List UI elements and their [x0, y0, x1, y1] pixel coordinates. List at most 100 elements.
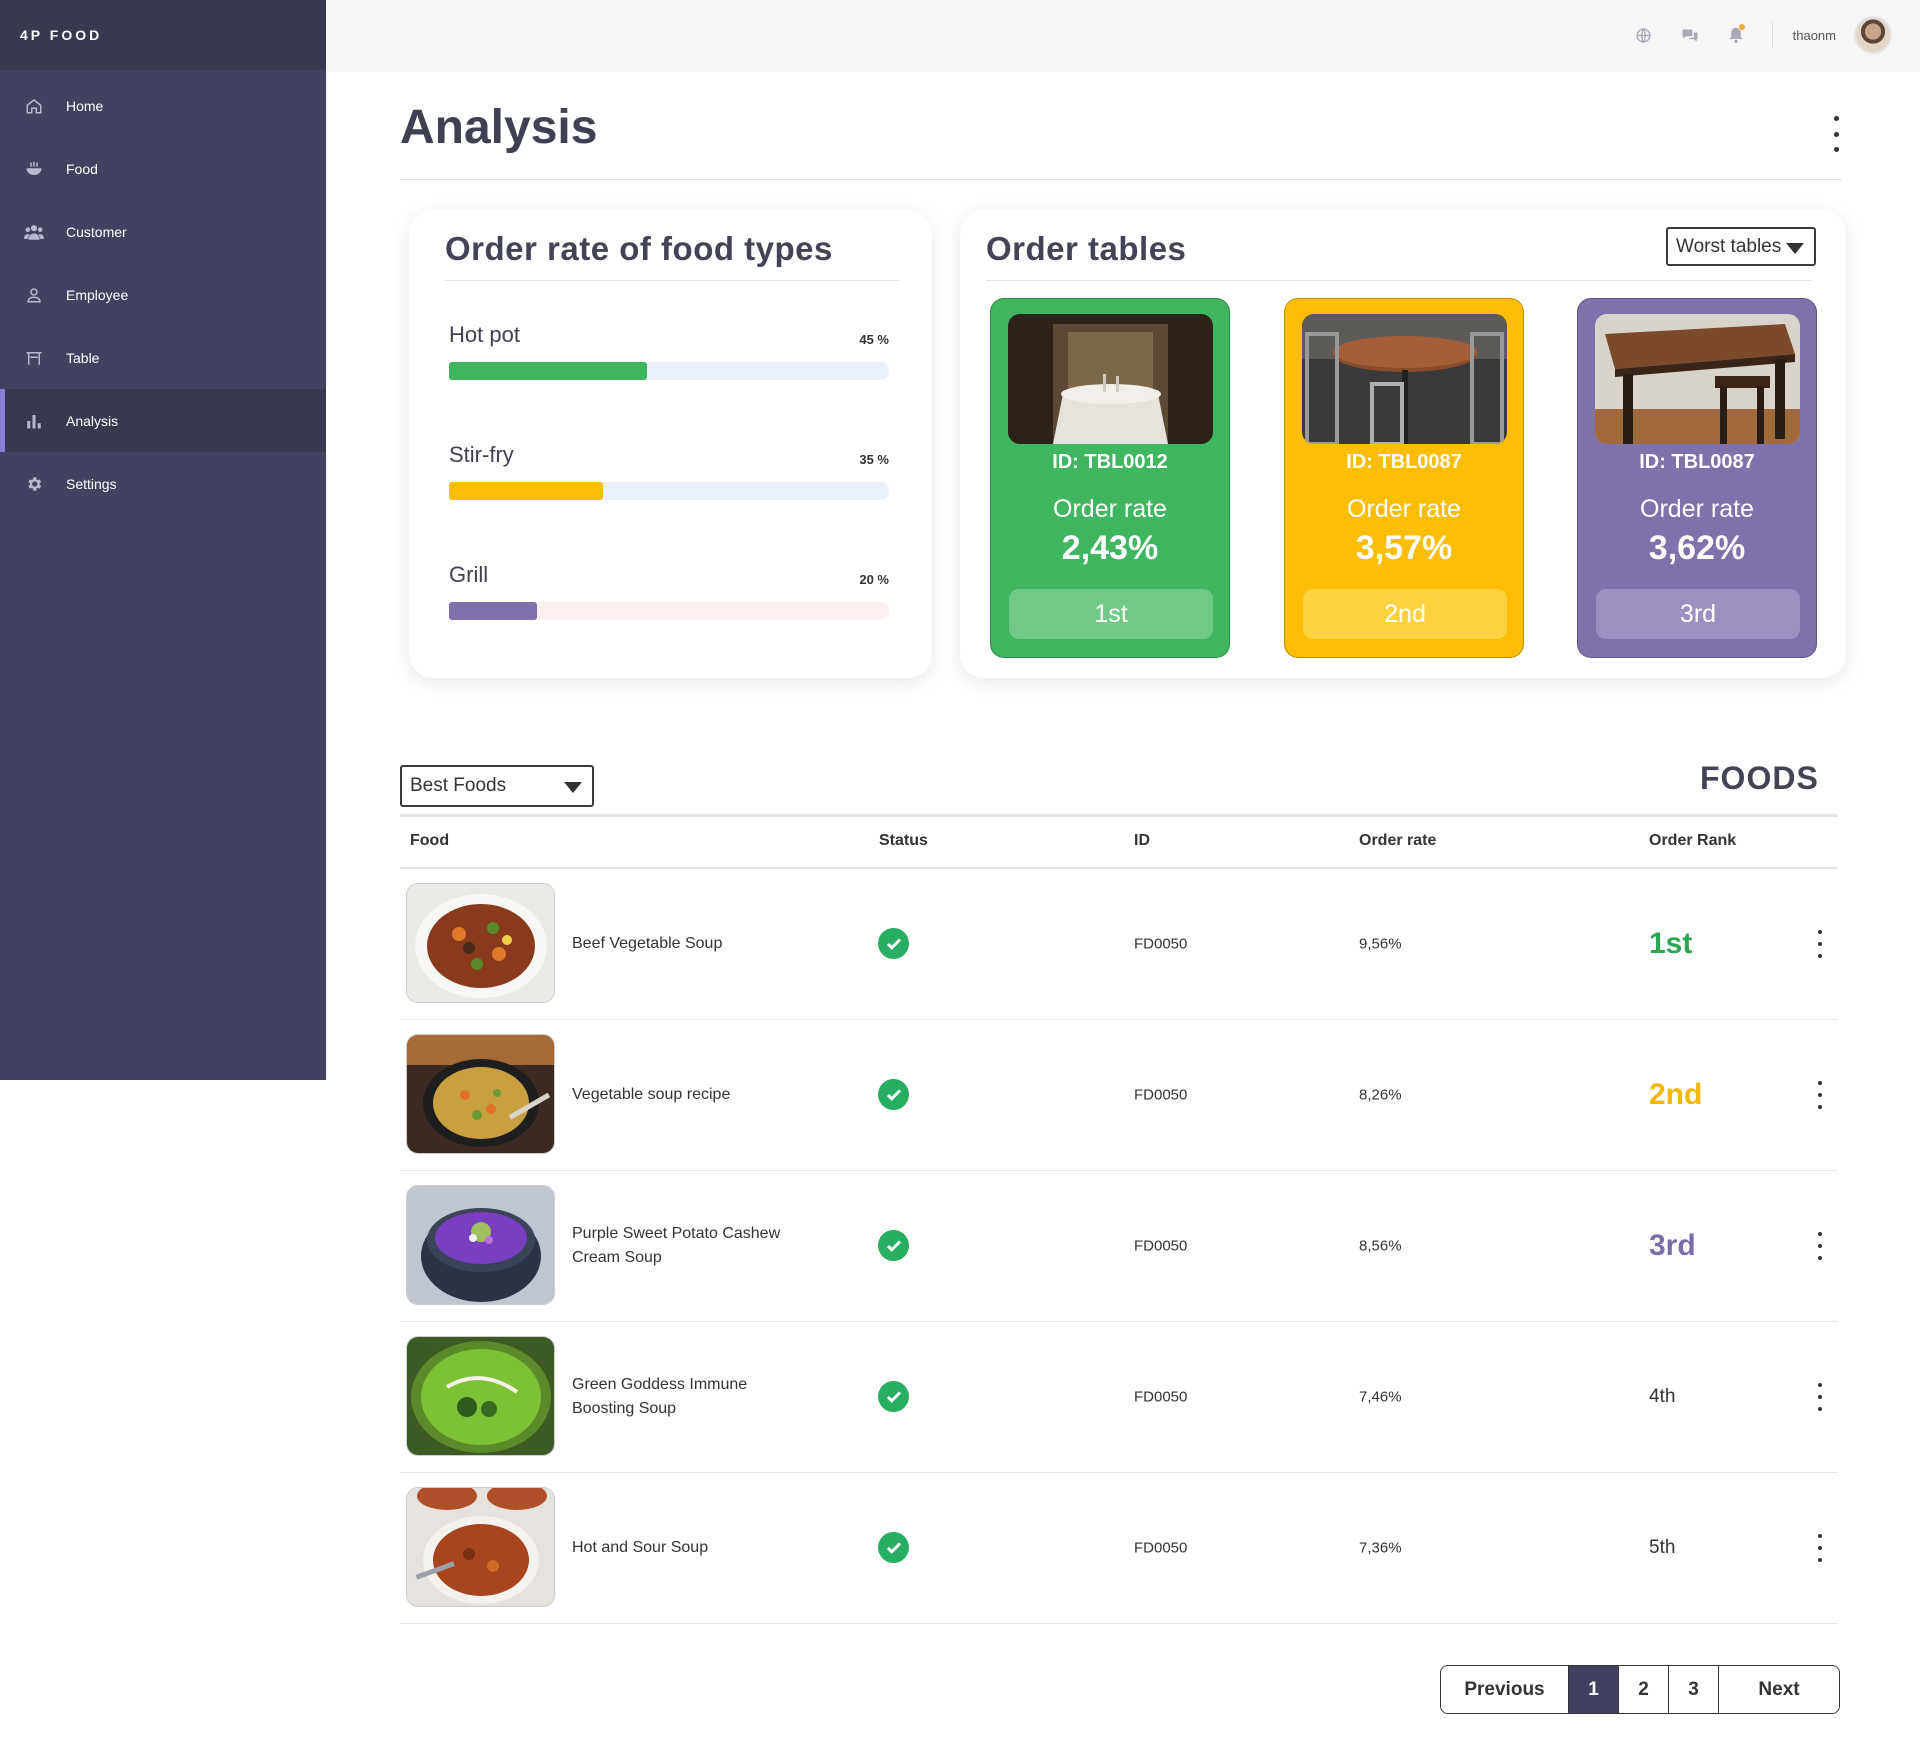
- pagination-page-3[interactable]: 3: [1669, 1666, 1719, 1713]
- foods-filter-select[interactable]: Best Foods: [400, 765, 594, 807]
- bell-icon[interactable]: [1726, 24, 1746, 45]
- sidebar-item-home[interactable]: Home: [0, 74, 326, 137]
- food-order-rate: 9,56%: [1359, 935, 1402, 953]
- chat-icon[interactable]: [1680, 25, 1700, 45]
- food-type-percent: 35 %: [859, 452, 889, 467]
- page-more-menu-icon[interactable]: [1826, 116, 1846, 152]
- table-rank-badge: 1st: [1009, 589, 1213, 639]
- column-header-order-rank[interactable]: Order Rank: [1649, 832, 1736, 850]
- column-header-status[interactable]: Status: [879, 832, 928, 850]
- food-photo: [406, 1487, 555, 1607]
- card-divider: [986, 280, 1812, 281]
- food-type-label: Hot pot: [449, 322, 520, 347]
- table-photo: [1008, 314, 1213, 444]
- food-order-rank: 5th: [1649, 1537, 1676, 1558]
- food-order-rate: 8,26%: [1359, 1086, 1402, 1104]
- home-icon: [24, 96, 44, 116]
- brand-logo: 4P FOOD: [0, 0, 326, 70]
- column-header-id[interactable]: ID: [1134, 832, 1150, 850]
- table-row[interactable]: Hot and Sour Soup FD0050 7,36% 5th: [400, 1473, 1838, 1624]
- sidebar-item-label: Employee: [66, 286, 129, 303]
- table-id: ID: TBL0012: [1052, 451, 1168, 473]
- food-type-row: Stir-fry 35 %: [449, 442, 889, 500]
- pagination-page-1[interactable]: 1: [1569, 1666, 1619, 1713]
- sidebar-item-label: Food: [66, 160, 98, 177]
- table-rank-card[interactable]: ID: TBL0012 Order rate 2,43% 1st: [990, 298, 1230, 658]
- column-header-food[interactable]: Food: [410, 832, 449, 850]
- tables-filter-select[interactable]: Worst tables: [1666, 227, 1816, 266]
- progress-track: [449, 602, 889, 620]
- sidebar-item-label: Home: [66, 97, 104, 114]
- food-photo: [406, 1185, 555, 1305]
- food-name: Vegetable soup recipe: [572, 1086, 731, 1103]
- food-name: Green Goddess Immune Boosting Soup: [572, 1376, 748, 1417]
- food-order-rate: 7,46%: [1359, 1388, 1402, 1406]
- row-more-menu-icon[interactable]: [1815, 1534, 1825, 1562]
- sidebar-item-employee[interactable]: Employee: [0, 263, 326, 326]
- table-rank-card[interactable]: ID: TBL0087 Order rate 3,62% 3rd: [1577, 298, 1817, 658]
- table-rank-badge: 3rd: [1596, 589, 1800, 639]
- check-circle-icon: [878, 1230, 909, 1261]
- notification-dot: [1738, 24, 1745, 30]
- pagination-page-2[interactable]: 2: [1619, 1666, 1669, 1713]
- gear-icon: [24, 474, 44, 494]
- progress-track: [449, 362, 889, 380]
- food-id: FD0050: [1134, 1539, 1188, 1557]
- sidebar-item-analysis[interactable]: Analysis: [0, 389, 326, 452]
- food-types-title: Order rate of food types: [445, 230, 833, 267]
- sidebar-item-label: Analysis: [66, 412, 119, 429]
- sidebar-item-settings[interactable]: Settings: [0, 452, 326, 515]
- food-photo: [406, 883, 555, 1003]
- column-header-order-rate[interactable]: Order rate: [1359, 832, 1436, 850]
- food-name: Purple Sweet Potato Cashew Cream Soup: [572, 1225, 781, 1266]
- table-row[interactable]: Purple Sweet Potato Cashew Cream Soup FD…: [400, 1171, 1838, 1322]
- globe-icon[interactable]: [1634, 25, 1654, 45]
- table-row[interactable]: Beef Vegetable Soup FD0050 9,56% 1st: [400, 869, 1838, 1020]
- food-order-rank: 3rd: [1649, 1229, 1696, 1262]
- order-rate-label: Order rate: [1640, 495, 1754, 523]
- food-photo: [406, 1034, 555, 1154]
- table-id: ID: TBL0087: [1346, 451, 1462, 473]
- top-bar: thaonm: [326, 0, 1920, 72]
- sidebar: 4P FOOD Home Food Customer Employee Tabl…: [0, 0, 326, 1080]
- topbar-divider: [1771, 22, 1773, 48]
- order-rate-value: 2,43%: [1061, 529, 1159, 567]
- table-rank-card[interactable]: ID: TBL0087 Order rate 3,57% 2nd: [1284, 298, 1524, 658]
- food-id: FD0050: [1134, 1237, 1188, 1255]
- bowl-icon: [24, 159, 44, 179]
- food-id: FD0050: [1134, 935, 1188, 953]
- order-rate-value: 3,57%: [1355, 529, 1453, 567]
- select-value: Worst tables: [1676, 235, 1782, 257]
- check-circle-icon: [878, 1381, 909, 1412]
- sidebar-item-customer[interactable]: Customer: [0, 200, 326, 263]
- table-photo: [1595, 314, 1800, 444]
- page-title: Analysis: [400, 101, 598, 154]
- table-row[interactable]: Green Goddess Immune Boosting Soup FD005…: [400, 1322, 1838, 1473]
- table-row[interactable]: Vegetable soup recipe FD0050 8,26% 2nd: [400, 1020, 1838, 1171]
- username[interactable]: thaonm: [1793, 28, 1836, 43]
- food-type-row: Grill 20 %: [449, 562, 889, 620]
- bar-chart-icon: [24, 411, 44, 431]
- food-type-row: Hot pot 45 %: [449, 322, 889, 380]
- order-rate-label: Order rate: [1347, 495, 1461, 523]
- row-more-menu-icon[interactable]: [1815, 1232, 1825, 1260]
- food-order-rate: 7,36%: [1359, 1539, 1402, 1557]
- food-name: Beef Vegetable Soup: [572, 935, 723, 952]
- user-icon: [24, 285, 44, 305]
- row-more-menu-icon[interactable]: [1815, 1383, 1825, 1411]
- food-name: Hot and Sour Soup: [572, 1539, 709, 1556]
- title-divider: [400, 179, 1842, 180]
- order-rate-value: 3,62%: [1648, 529, 1746, 567]
- avatar[interactable]: [1854, 16, 1892, 54]
- row-more-menu-icon[interactable]: [1815, 1081, 1825, 1109]
- sidebar-item-table[interactable]: Table: [0, 326, 326, 389]
- food-order-rank: 4th: [1649, 1386, 1676, 1407]
- pagination-next-button[interactable]: Next: [1719, 1666, 1839, 1713]
- food-id: FD0050: [1134, 1086, 1188, 1104]
- dropdown-arrow-icon: [1786, 242, 1804, 254]
- pagination-previous-button[interactable]: Previous: [1441, 1666, 1569, 1713]
- table-photo: [1302, 314, 1507, 444]
- sidebar-item-label: Table: [66, 349, 100, 366]
- row-more-menu-icon[interactable]: [1815, 930, 1825, 958]
- sidebar-item-food[interactable]: Food: [0, 137, 326, 200]
